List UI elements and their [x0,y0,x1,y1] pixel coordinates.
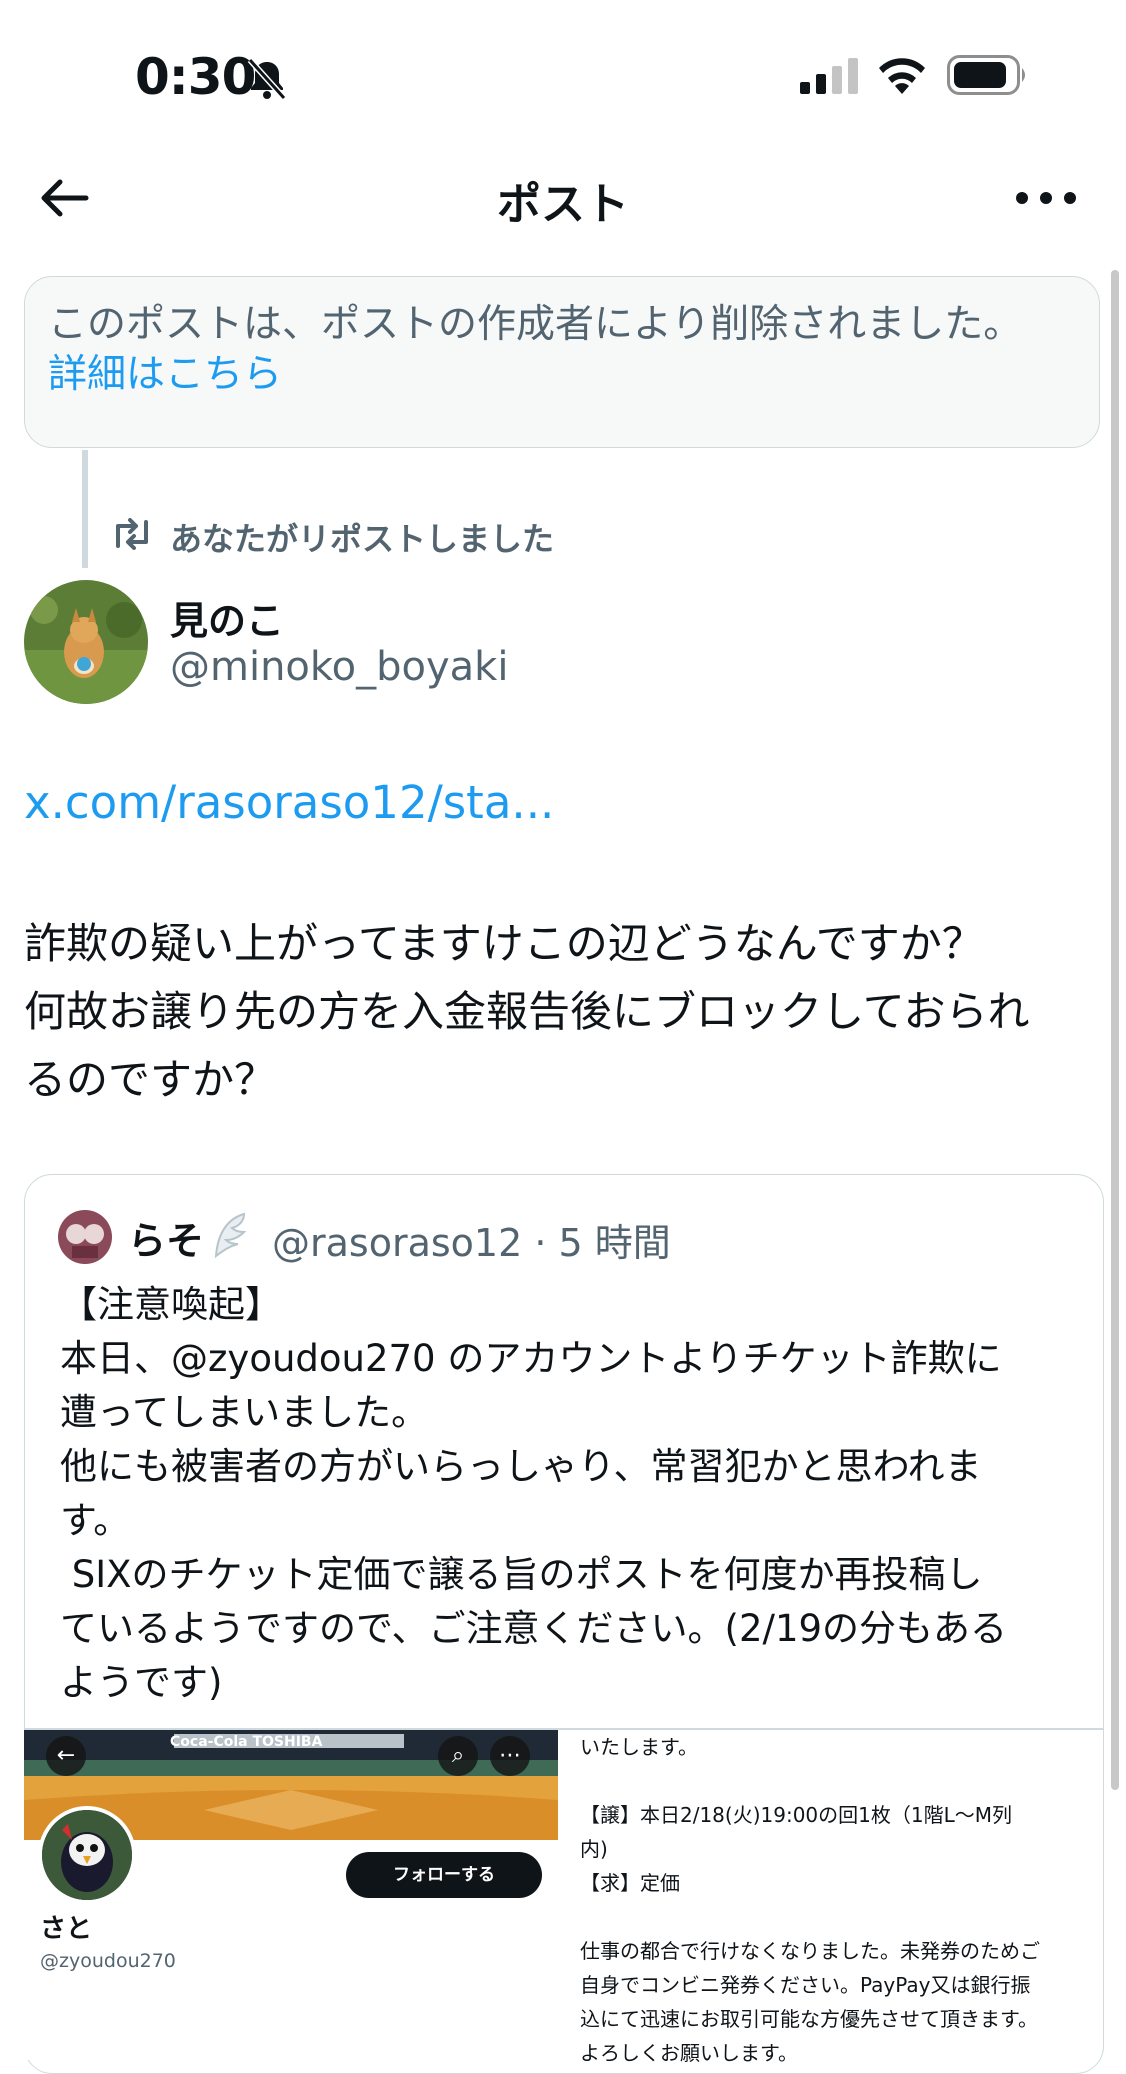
post-body-line: るのですか？ [24,1055,277,1104]
author-name[interactable]: 見のこ [170,590,284,645]
thread-line [82,450,88,568]
deleted-notice-message: このポストは、ポストの作成者により削除されました。 [48,302,1023,347]
quoted-name: らそ [128,1219,205,1263]
repost-label: あなたがリポストしました [170,520,555,558]
post-body: 詐欺の疑い上がってますけこの辺どうなんですか？ 何故お譲り先の方を入金報告後にブ… [24,910,1104,1114]
stadium-banner-text: Coca-Cola TOSHIBA [170,1734,323,1750]
repost-icon [116,518,148,550]
post-body-line: 何故お譲り先の方を入金報告後にブロックしておられ [24,987,1030,1036]
author-handle[interactable]: @minoko_boyaki [170,644,508,690]
embedded-back-icon: ← [46,1736,86,1776]
search-icon: ⌕ [438,1736,478,1776]
more-icon: ⋯ [490,1736,530,1776]
details-link[interactable]: 詳細はこちら [48,352,282,397]
wing-badge-icon [214,1212,247,1259]
wifi-icon [879,58,925,94]
page-title: ポスト [497,179,629,230]
more-icon[interactable] [1010,180,1082,216]
quoted-handle-time: @rasoraso12 · 5 時間 [272,1221,671,1265]
bell-off-icon [247,57,287,101]
follow-button: フォローする [346,1852,542,1898]
status-time: 0:30 [135,48,256,106]
avatar[interactable] [24,580,148,704]
quoted-avatar [58,1210,112,1264]
embedded-text-image[interactable]: いたします。 【譲】本日2/18(火)19:00の回1枚（1階L～M列 内) 【… [580,1730,1080,2070]
battery-icon [947,55,1025,95]
deleted-notice-text: このポストは、ポストの作成者により削除されました。詳細はこちら [24,300,1074,400]
signal-icon [800,58,858,94]
embedded-profile-handle: @zyoudou270 [40,1950,176,1972]
quoted-body: 【注意喚起】 本日、@zyoudou270 のアカウントよりチケット詐欺に 遭っ… [60,1283,1008,1704]
embedded-profile-name: さと [40,1914,93,1944]
post-body-line: 詐欺の疑い上がってますけこの辺どうなんですか？ [24,919,984,968]
scrollbar[interactable] [1111,270,1119,1790]
embedded-profile-avatar [38,1806,136,1904]
post-link[interactable]: x.com/rasoraso12/sta... [24,776,554,829]
